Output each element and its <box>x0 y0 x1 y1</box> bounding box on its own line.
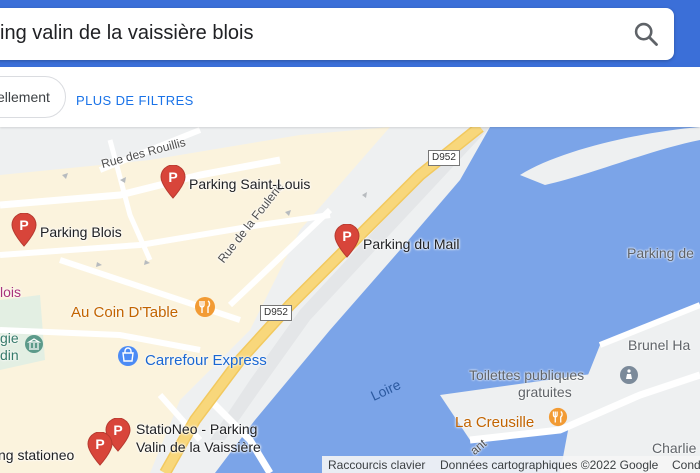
search-header: ing valin de la vaissière blois <box>0 0 700 67</box>
filter-chip-label: ellement <box>0 89 50 105</box>
place-label-toilettes-line1[interactable]: Toilettes publiques <box>469 367 584 383</box>
more-filters-button[interactable]: PLUS DE FILTRES <box>76 93 194 108</box>
svg-text:P: P <box>95 436 104 452</box>
parking-pin-saint-louis[interactable]: P <box>159 165 187 199</box>
map-canvas[interactable]: Rue des Rouillis Rue de la Foulerie Loir… <box>0 127 700 473</box>
place-label-blois: lois <box>0 284 22 300</box>
parking-pin-blois[interactable]: P <box>10 213 38 247</box>
place-label-charlie[interactable]: Charlie et <box>652 440 700 456</box>
place-label-toilettes-line2[interactable]: gratuites <box>518 384 572 400</box>
parking-label-du-mail[interactable]: Parking du Mail <box>363 236 460 252</box>
road-shield-d952-top: D952 <box>428 150 460 166</box>
keyboard-shortcuts-link[interactable]: Raccourcis clavier <box>328 458 425 472</box>
parking-label-stationeo-2[interactable]: ng stationeo <box>0 447 74 463</box>
place-label-gie: gie <box>0 330 19 346</box>
filter-bar: ellement PLUS DE FILTRES <box>0 67 700 127</box>
map-data-attribution: Données cartographiques ©2022 Google <box>440 458 659 472</box>
svg-text:P: P <box>168 169 177 185</box>
parking-pin-stationeo-2[interactable]: P <box>86 432 114 466</box>
search-icon[interactable] <box>632 20 660 48</box>
parking-pin-du-mail[interactable]: P <box>333 224 361 258</box>
svg-text:P: P <box>342 228 351 244</box>
terms-link[interactable]: Cond <box>672 458 700 472</box>
svg-text:P: P <box>19 217 28 233</box>
place-label-parking-right[interactable]: Parking de <box>627 245 694 261</box>
filter-chip[interactable]: ellement <box>0 76 66 118</box>
parking-label-saint-louis[interactable]: Parking Saint-Louis <box>189 176 310 192</box>
map-footer: Raccourcis clavier Données cartographiqu… <box>322 456 700 473</box>
search-input[interactable]: ing valin de la vaissière blois <box>0 22 253 45</box>
parking-label-stationeo-line2[interactable]: Valin de la Vaissière <box>136 439 261 455</box>
place-label-au-coin[interactable]: Au Coin D'Table <box>71 304 178 321</box>
place-label-din: din <box>0 347 19 363</box>
search-box[interactable]: ing valin de la vaissière blois <box>0 8 674 60</box>
place-label-creusille[interactable]: La Creusille <box>455 414 534 431</box>
parking-label-stationeo-line1[interactable]: StatioNeo - Parking <box>136 421 257 437</box>
svg-text:P: P <box>113 422 122 438</box>
place-label-brunel[interactable]: Brunel Ha <box>628 337 690 353</box>
road-shield-d952-bottom: D952 <box>260 305 292 321</box>
parking-label-blois[interactable]: Parking Blois <box>40 224 122 240</box>
place-label-carrefour[interactable]: Carrefour Express <box>145 352 267 369</box>
